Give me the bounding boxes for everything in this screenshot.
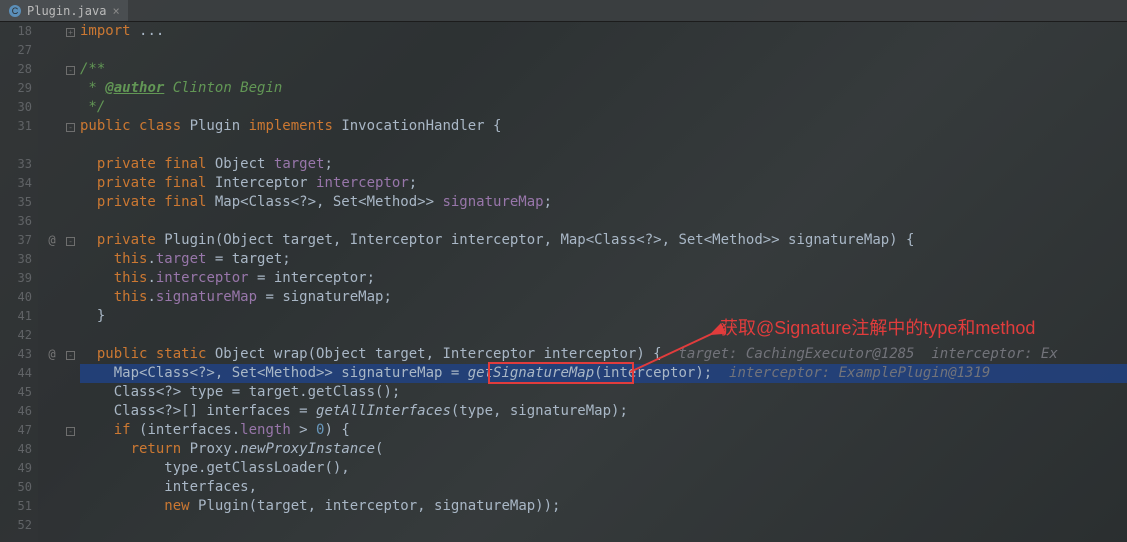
- close-icon[interactable]: ×: [112, 4, 119, 18]
- fold-icon[interactable]: -: [66, 237, 75, 246]
- code-line-highlighted: Map<Class<?>, Set<Method>> signatureMap …: [80, 364, 1127, 383]
- fold-icon[interactable]: -: [66, 66, 75, 75]
- code-line: private final Object target;: [80, 155, 1127, 174]
- fold-icon[interactable]: -: [66, 427, 75, 436]
- fold-icon[interactable]: -: [66, 351, 75, 360]
- code-line: new Plugin(target, interceptor, signatur…: [80, 497, 1127, 516]
- code-line: * @author Clinton Begin: [80, 79, 1127, 98]
- annotation-gutter: @ @: [38, 22, 66, 542]
- code-line: this.interceptor = interceptor;: [80, 269, 1127, 288]
- code-line: private Plugin(Object target, Intercepto…: [80, 231, 1127, 250]
- tab-bar: C Plugin.java ×: [0, 0, 1127, 22]
- annotation-text: 获取@Signature注解中的type和method: [720, 314, 1035, 340]
- code-line: [80, 516, 1127, 535]
- code-line: public static Object wrap(Object target,…: [80, 345, 1127, 364]
- code-line: [80, 136, 1127, 155]
- svg-text:C: C: [12, 6, 19, 16]
- fold-gutter: + - - - - -: [66, 22, 80, 542]
- code-line: [80, 41, 1127, 60]
- code-line: Class<?> type = target.getClass();: [80, 383, 1127, 402]
- code-line: /**: [80, 60, 1127, 79]
- code-line: return Proxy.newProxyInstance(: [80, 440, 1127, 459]
- code-line: Class<?>[] interfaces = getAllInterfaces…: [80, 402, 1127, 421]
- file-tab[interactable]: C Plugin.java ×: [0, 0, 128, 21]
- code-line: [80, 212, 1127, 231]
- code-line: this.target = target;: [80, 250, 1127, 269]
- code-line: public class Plugin implements Invocatio…: [80, 117, 1127, 136]
- code-line: import ...: [80, 22, 1127, 41]
- fold-icon[interactable]: +: [66, 28, 75, 37]
- code-line: type.getClassLoader(),: [80, 459, 1127, 478]
- code-line: interfaces,: [80, 478, 1127, 497]
- fold-icon[interactable]: -: [66, 123, 75, 132]
- code-line: private final Interceptor interceptor;: [80, 174, 1127, 193]
- editor: 18 27 28 29 30 31 33 34 35 36 37 38 39 4…: [0, 22, 1127, 542]
- code-line: if (interfaces.length > 0) {: [80, 421, 1127, 440]
- code-line: */: [80, 98, 1127, 117]
- tab-label: Plugin.java: [27, 4, 106, 18]
- code-line: this.signatureMap = signatureMap;: [80, 288, 1127, 307]
- line-number-gutter: 18 27 28 29 30 31 33 34 35 36 37 38 39 4…: [0, 22, 38, 542]
- code-area[interactable]: import ... /** * @author Clinton Begin *…: [80, 22, 1127, 542]
- code-line: private final Map<Class<?>, Set<Method>>…: [80, 193, 1127, 212]
- java-class-icon: C: [8, 4, 22, 18]
